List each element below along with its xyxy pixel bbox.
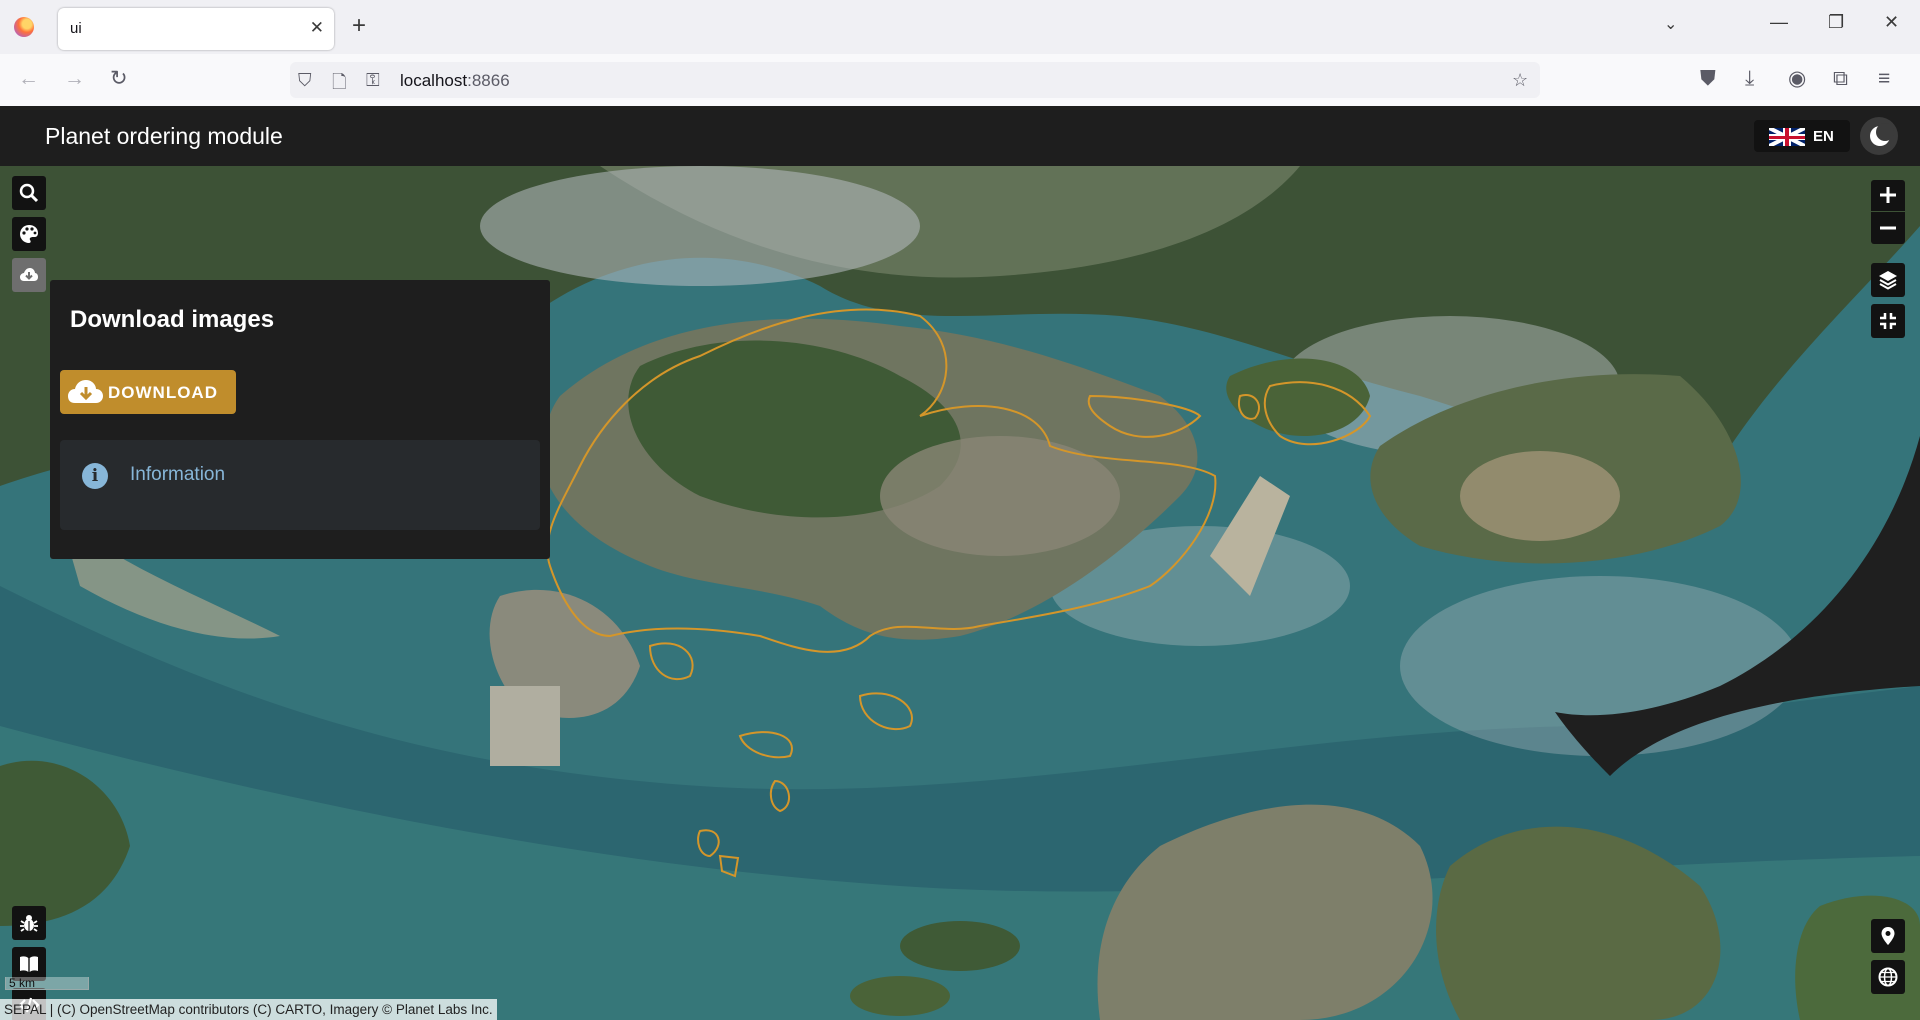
zoom-out-icon xyxy=(1880,226,1896,230)
download-panel: Download images DOWNLOAD i Information xyxy=(50,280,550,559)
locate-button[interactable] xyxy=(1871,919,1905,953)
chevron-down-icon[interactable]: ⌄ xyxy=(1664,14,1677,34)
app-title: Planet ordering module xyxy=(45,123,283,149)
information-expander[interactable]: i Information xyxy=(60,440,540,530)
language-selector[interactable]: EN xyxy=(1754,120,1850,152)
layers-icon xyxy=(1879,271,1897,290)
map-marker-icon xyxy=(1881,927,1895,945)
basemap-button[interactable] xyxy=(1871,960,1905,994)
cloud-download-icon xyxy=(68,380,103,403)
map-view[interactable]: Download images DOWNLOAD i Information xyxy=(0,166,1920,1020)
browser-nav-bar: ← → ↻ ⛉ 🗋 ⚿ localhost:8866 ☆ ⛊ ⤓ ◉ ⧉ ≡ xyxy=(0,54,1920,107)
palette-icon xyxy=(20,225,38,243)
zoom-in-button[interactable] xyxy=(1871,180,1905,211)
fullscreen-exit-icon xyxy=(1880,313,1896,329)
app-header: Planet ordering module EN xyxy=(0,106,1920,166)
extensions-icon[interactable]: ⧉ xyxy=(1833,68,1848,90)
downloads-icon[interactable]: ⤓ xyxy=(1745,68,1754,90)
bookmark-star-icon[interactable]: ☆ xyxy=(1512,70,1528,91)
info-icon: i xyxy=(82,463,108,489)
tab-close-icon[interactable]: ✕ xyxy=(310,18,324,38)
menu-icon[interactable]: ≡ xyxy=(1878,68,1890,90)
key-icon[interactable]: ⚿ xyxy=(366,70,380,91)
search-button[interactable] xyxy=(12,176,46,210)
globe-icon xyxy=(1878,967,1898,987)
book-icon xyxy=(20,956,38,972)
page-icon[interactable]: 🗋 xyxy=(332,70,346,100)
forward-icon[interactable]: → xyxy=(64,68,85,90)
bug-report-button[interactable] xyxy=(12,906,46,940)
url-bar[interactable]: ⛉ 🗋 ⚿ localhost:8866 ☆ xyxy=(290,62,1540,98)
scale-bar: 5 km xyxy=(5,976,89,990)
shield-icon[interactable]: ⛉ xyxy=(298,70,312,91)
minimize-icon[interactable]: — xyxy=(1770,12,1788,33)
zoom-out-button[interactable] xyxy=(1871,212,1905,244)
fullscreen-button[interactable] xyxy=(1871,304,1905,338)
scale-label: 5 km xyxy=(9,976,36,990)
close-window-icon[interactable]: ✕ xyxy=(1884,12,1899,33)
zoom-in-icon xyxy=(1880,187,1896,203)
back-icon[interactable]: ← xyxy=(18,68,39,90)
url-text[interactable]: localhost:8866 xyxy=(400,71,510,91)
download-button[interactable]: DOWNLOAD xyxy=(60,370,236,414)
panel-title: Download images xyxy=(70,306,275,333)
theme-toggle-button[interactable] xyxy=(1860,117,1898,155)
restore-icon[interactable]: ❐ xyxy=(1828,12,1844,33)
firefox-icon xyxy=(14,17,34,37)
information-label: Information xyxy=(130,464,226,485)
moon-icon xyxy=(1870,123,1894,146)
bug-icon xyxy=(20,915,38,932)
language-label: EN xyxy=(1813,128,1834,145)
browser-tab-bar: ui ✕ + ⌄ — ❐ ✕ xyxy=(0,0,1920,54)
reload-icon[interactable]: ↻ xyxy=(110,68,128,90)
account-icon[interactable]: ◉ xyxy=(1788,68,1806,90)
download-button-label: DOWNLOAD xyxy=(108,383,218,402)
layers-button[interactable] xyxy=(1871,263,1905,297)
new-tab-icon[interactable]: + xyxy=(352,12,366,40)
download-panel-button[interactable] xyxy=(12,258,46,292)
search-icon xyxy=(19,183,39,203)
map-attribution: SEPAL | (C) OpenStreetMap contributors (… xyxy=(0,999,497,1020)
pocket-icon[interactable]: ⛊ xyxy=(1700,68,1716,90)
cloud-download-icon xyxy=(20,268,38,281)
palette-button[interactable] xyxy=(12,217,46,251)
browser-tab[interactable]: ui ✕ xyxy=(58,8,334,50)
tab-title: ui xyxy=(70,20,82,37)
uk-flag-icon xyxy=(1769,128,1805,146)
